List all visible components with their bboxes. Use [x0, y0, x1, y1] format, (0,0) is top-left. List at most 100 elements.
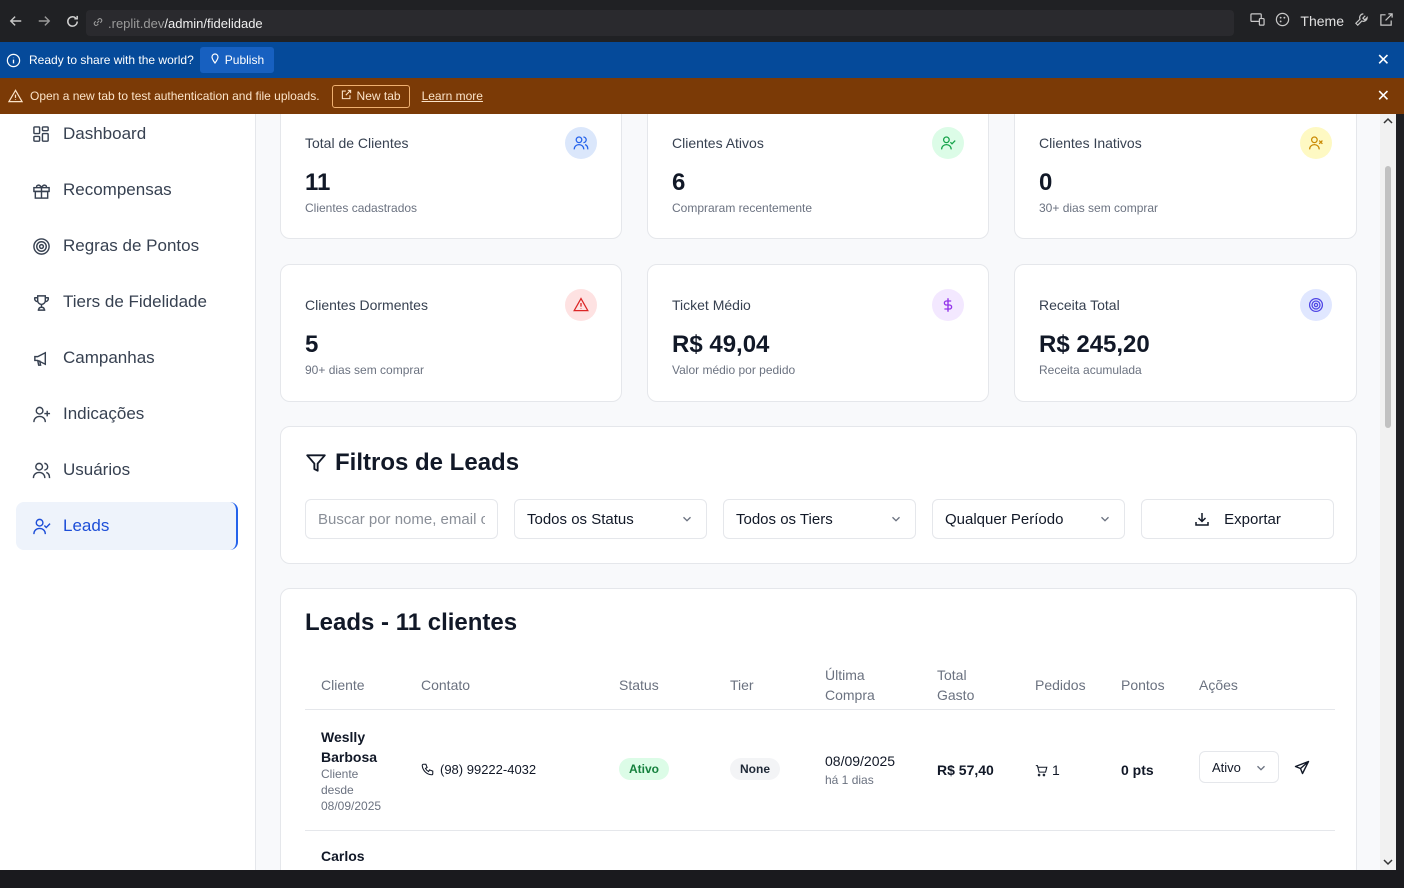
client-since-line: desde	[321, 783, 354, 797]
scroll-thumb[interactable]	[1385, 166, 1391, 428]
alert-triangle-icon	[565, 289, 597, 321]
cart-icon	[1035, 764, 1048, 776]
stat-card-total: Total de Clientes 11 Clientes cadastrado…	[280, 114, 622, 239]
scrollbar[interactable]	[1380, 114, 1396, 870]
stat-sub: 30+ dias sem comprar	[1039, 201, 1159, 215]
col-header-contato[interactable]: Contato	[421, 675, 470, 695]
sidebar-item-tiers[interactable]: Tiers de Fidelidade	[16, 278, 238, 326]
close-icon[interactable]: ✕	[1377, 50, 1390, 70]
col-header-tier[interactable]: Tier	[730, 675, 754, 695]
sidebar-item-label: Dashboard	[63, 124, 147, 143]
scroll-down-icon[interactable]	[1383, 858, 1393, 866]
col-header-ultima-compra[interactable]: Última Compra	[825, 665, 875, 705]
client-since: Cliente desde 08/09/2025	[321, 766, 381, 814]
period-select-value: Qualquer Período	[945, 510, 1064, 528]
row-status-select[interactable]: Ativo	[1199, 751, 1279, 783]
target-icon	[33, 237, 50, 255]
header-divider	[305, 709, 1335, 710]
scroll-up-icon[interactable]	[1383, 117, 1393, 125]
client-name-line: Barbosa	[321, 749, 378, 765]
stat-sub: 90+ dias sem comprar	[305, 363, 425, 377]
sidebar-item-dashboard[interactable]: Dashboard	[16, 114, 238, 158]
row-divider	[305, 830, 1335, 831]
tier-badge: None	[730, 758, 780, 780]
filters-title: Filtros de Leads	[305, 449, 519, 477]
chevron-down-icon	[1257, 765, 1265, 771]
devices-icon[interactable]	[1250, 12, 1266, 30]
col-header-acoes[interactable]: Ações	[1199, 675, 1238, 695]
stat-card-inativos: Clientes Inativos 0 30+ dias sem comprar	[1014, 114, 1357, 239]
publish-button[interactable]: Publish	[199, 47, 275, 73]
stat-card-ticket: Ticket Médio R$ 49,04 Valor médio por pe…	[647, 264, 989, 402]
export-label: Exportar	[1224, 510, 1281, 528]
stat-sub: Valor médio por pedido	[672, 363, 796, 377]
theme-button[interactable]: Theme	[1300, 13, 1344, 29]
window-edge	[1396, 114, 1404, 870]
export-button[interactable]: Exportar	[1141, 499, 1334, 539]
sidebar-item-label: Recompensas	[63, 180, 172, 199]
phone-icon	[421, 763, 434, 776]
address-bar[interactable]: .replit.dev/admin/fidelidade	[86, 10, 1234, 36]
close-icon[interactable]: ✕	[1377, 86, 1390, 106]
search-input[interactable]	[305, 499, 498, 539]
sidebar-item-recompensas[interactable]: Recompensas	[16, 166, 238, 214]
sidebar-item-label: Regras de Pontos	[63, 236, 200, 255]
chevron-down-icon	[892, 516, 900, 522]
sidebar-item-campanhas[interactable]: Campanhas	[16, 334, 238, 382]
client-contact: (98) 99222-4032	[421, 762, 536, 777]
col-header-pedidos[interactable]: Pedidos	[1035, 675, 1086, 695]
warning-icon	[8, 89, 23, 103]
stat-value: 0	[1039, 169, 1053, 196]
sidebar-item-usuarios[interactable]: Usuários	[16, 446, 238, 494]
col-header-total-gasto[interactable]: Total Gasto	[937, 665, 974, 705]
users-icon	[565, 127, 597, 159]
gift-icon	[33, 183, 50, 199]
sidebar-item-leads[interactable]: Leads	[16, 502, 238, 550]
status-select-value: Todos os Status	[527, 510, 634, 528]
users-icon	[32, 462, 51, 478]
tier-select[interactable]: Todos os Tiers	[723, 499, 916, 539]
stat-label: Total de Clientes	[305, 135, 409, 151]
col-header-cliente[interactable]: Cliente	[321, 675, 365, 695]
stat-sub: Clientes cadastrados	[305, 201, 418, 215]
stat-label: Clientes Dormentes	[305, 297, 428, 313]
learn-more-link[interactable]: Learn more	[422, 89, 483, 103]
newtab-banner-text: Open a new tab to test authentication an…	[30, 89, 320, 103]
pin-icon	[210, 52, 220, 68]
chevron-down-icon	[1101, 516, 1109, 522]
theme-icon[interactable]	[1275, 12, 1290, 30]
dollar-icon	[932, 289, 964, 321]
send-message-button[interactable]	[1294, 760, 1310, 779]
sidebar-item-label: Indicações	[63, 404, 145, 423]
period-select[interactable]: Qualquer Período	[932, 499, 1125, 539]
col-header-status[interactable]: Status	[619, 675, 659, 695]
wrench-icon[interactable]	[1354, 12, 1369, 30]
sidebar-item-indicacoes[interactable]: Indicações	[16, 390, 238, 438]
tier-select-value: Todos os Tiers	[736, 510, 833, 528]
client-name[interactable]: Carlos	[321, 848, 365, 864]
client-since-line: Cliente	[321, 767, 359, 781]
newtab-banner: Open a new tab to test authentication an…	[0, 78, 1404, 114]
user-check-icon	[33, 518, 51, 534]
client-name[interactable]: Weslly Barbosa	[321, 727, 377, 767]
client-name-line: Weslly	[321, 729, 366, 745]
chevron-down-icon	[683, 516, 691, 522]
stat-value: R$ 245,20	[1039, 331, 1150, 358]
status-select[interactable]: Todos os Status	[514, 499, 707, 539]
forward-icon[interactable]	[30, 7, 58, 35]
col-header-pontos[interactable]: Pontos	[1121, 675, 1165, 695]
sidebar-item-regras[interactable]: Regras de Pontos	[16, 222, 238, 270]
publish-banner-text: Ready to share with the world?	[29, 53, 194, 67]
publish-banner: Ready to share with the world? Publish ✕	[0, 42, 1404, 78]
reload-icon[interactable]	[58, 7, 86, 35]
download-icon	[1195, 513, 1209, 526]
col-header-line: Total	[937, 667, 967, 683]
back-icon[interactable]	[2, 7, 30, 35]
filters-card: Filtros de Leads Todos os Status Todos o…	[280, 426, 1357, 564]
new-tab-button[interactable]: New tab	[331, 84, 410, 108]
sidebar-item-label: Leads	[63, 516, 110, 535]
search-field[interactable]	[318, 510, 485, 528]
filter-icon	[306, 454, 326, 472]
stat-card-dormentes: Clientes Dormentes 5 90+ dias sem compra…	[280, 264, 622, 402]
external-link-icon[interactable]	[1379, 12, 1394, 30]
